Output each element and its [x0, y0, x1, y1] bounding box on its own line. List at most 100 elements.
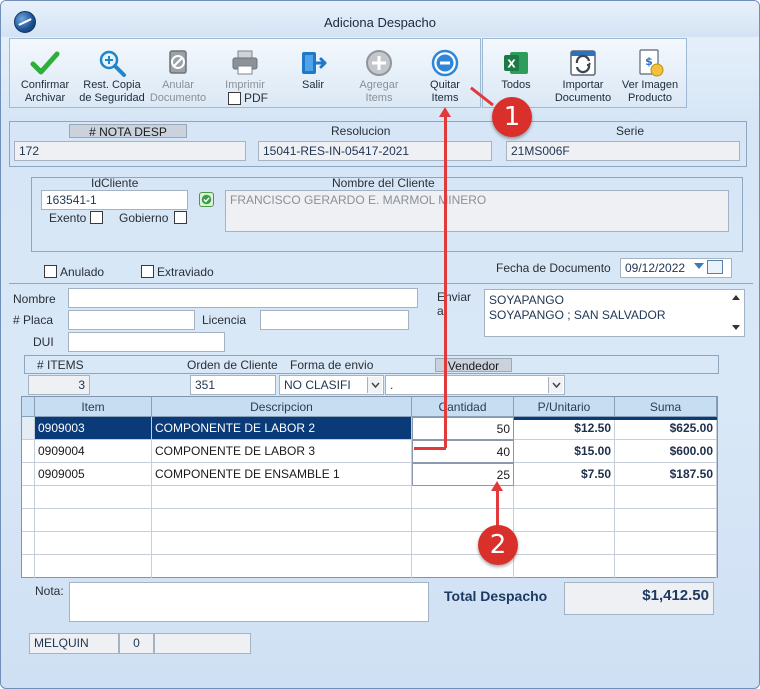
empty-row-cell — [615, 555, 717, 578]
resolucion-field[interactable]: 15041-RES-IN-05417-2021 — [258, 141, 492, 161]
confirm-archive-button[interactable]: Confirmar Archivar — [10, 45, 80, 109]
empty-row-cell — [615, 532, 717, 555]
table-row-unitario: $7.50 — [514, 463, 615, 486]
nombre-field[interactable] — [68, 288, 418, 308]
table-row-descripcion[interactable]: COMPONENTE DE ENSAMBLE 1 — [152, 463, 412, 486]
serie-field[interactable]: 21MS006F — [506, 141, 740, 161]
fecha-documento-label: Fecha de Documento — [496, 261, 611, 275]
column-header-descripcion[interactable]: Descripcion — [152, 397, 412, 417]
orden-cliente-field[interactable]: 351 — [190, 375, 276, 395]
pdf-checkbox[interactable] — [228, 92, 241, 105]
svg-text:X: X — [507, 58, 516, 71]
view-product-image-button[interactable]: $ Ver Imagen Producto — [615, 45, 685, 109]
chevron-down-icon — [552, 382, 561, 389]
invoice-image-icon: $ — [639, 49, 664, 77]
licencia-field[interactable] — [260, 310, 409, 330]
user-field: MELQUIN — [29, 633, 119, 654]
annotation-badge-2: 2 — [478, 525, 518, 565]
add-items-label: Agregar Items — [359, 79, 399, 104]
refresh-window-icon — [570, 50, 596, 76]
table-row-suma: $625.00 — [615, 417, 717, 440]
status-field — [154, 633, 251, 654]
vendedor-select[interactable]: . — [385, 375, 565, 395]
table-row-descripcion[interactable]: COMPONENTE DE LABOR 2 — [152, 417, 412, 440]
empty-row-cell — [35, 532, 152, 555]
plus-circle-icon — [366, 50, 392, 76]
table-row-descripcion[interactable]: COMPONENTE DE LABOR 3 — [152, 440, 412, 463]
column-header-item[interactable]: Item — [35, 397, 152, 417]
nota-textarea[interactable] — [69, 582, 429, 622]
table-row-cantidad[interactable]: 50 — [412, 417, 514, 440]
chevron-down-icon — [371, 382, 380, 389]
empty-row-cell — [615, 509, 717, 532]
row-selector[interactable] — [22, 440, 35, 463]
empty-row-cell — [514, 532, 615, 555]
column-header-unitario[interactable]: P/Unitario — [514, 397, 615, 417]
exento-label: Exento — [49, 211, 87, 225]
annotation-arrow-1-head — [439, 107, 451, 117]
remove-items-button[interactable]: Quitar Items — [410, 45, 480, 109]
vendedor-dropdown-icon[interactable] — [548, 377, 563, 393]
extraviado-checkbox[interactable] — [141, 265, 154, 278]
add-items-button[interactable]: Agregar Items — [344, 45, 414, 109]
dui-field[interactable] — [68, 332, 225, 352]
row-selector[interactable] — [22, 417, 35, 440]
table-row-suma: $187.50 — [615, 463, 717, 486]
table-row-item[interactable]: 0909004 — [35, 440, 152, 463]
forma-envio-dropdown-icon[interactable] — [367, 377, 382, 393]
empty-row-cell — [35, 555, 152, 578]
scroll-down-icon[interactable] — [732, 325, 740, 330]
anulado-label: Anulado — [60, 265, 105, 279]
table-row-cantidad[interactable]: 40 — [412, 440, 514, 463]
resolucion-caption: Resolucion — [331, 124, 391, 138]
calendar-icon[interactable] — [707, 260, 723, 274]
orden-cliente-caption: Orden de Cliente — [187, 358, 278, 372]
table-row-item[interactable]: 0909003 — [35, 417, 152, 440]
exento-checkbox[interactable] — [90, 211, 103, 224]
extraviado-label: Extraviado — [157, 265, 214, 279]
empty-row-cell — [152, 509, 412, 532]
dui-label: DUI — [33, 335, 54, 349]
anulado-checkbox[interactable] — [44, 265, 57, 278]
annotation-arrow-2-head — [491, 481, 503, 491]
confirm-archive-label: Confirmar Archivar — [20, 79, 70, 104]
gobierno-checkbox[interactable] — [174, 211, 187, 224]
annotation-arrow-2-line — [496, 488, 499, 528]
exit-button[interactable]: Salir — [278, 45, 348, 109]
table-row-unitario: $12.50 — [514, 417, 615, 440]
minus-circle-icon — [431, 49, 459, 77]
export-all-label: Todos — [501, 79, 531, 91]
row-selector[interactable] — [22, 463, 35, 486]
pdf-label: PDF — [244, 91, 268, 105]
void-document-button[interactable]: Anular Documento — [143, 45, 213, 109]
column-header-cantidad[interactable]: Cantidad — [412, 397, 514, 417]
column-header-suma[interactable]: Suma — [615, 397, 717, 417]
direccion-envio-field[interactable]: SOYAPANGO SOYAPANGO ; SAN SALVADOR — [484, 289, 745, 337]
table-row-item[interactable]: 0909005 — [35, 463, 152, 486]
scroll-up-icon[interactable] — [732, 295, 740, 300]
nombre-cliente-field[interactable]: FRANCISCO GERARDO E. MARMOL MINERO — [225, 190, 729, 232]
import-document-button[interactable]: Importar Documento — [548, 45, 618, 109]
date-dropdown-icon[interactable] — [694, 263, 704, 269]
licencia-label: Licencia — [202, 313, 247, 327]
enviar-a-label: Enviar a — [437, 290, 472, 318]
annotation-badge-1: 1 — [492, 97, 532, 137]
empty-row-cell — [22, 555, 35, 578]
id-cliente-caption: IdCliente — [91, 176, 139, 190]
id-cliente-field[interactable]: 163541-1 — [41, 190, 188, 210]
empty-row-cell — [35, 509, 152, 532]
empty-row-cell — [152, 555, 412, 578]
row-highlight-bar — [514, 417, 717, 420]
direccion-line-2: SOYAPANGO ; SAN SALVADOR — [489, 308, 666, 322]
nota-number-field[interactable]: 172 — [14, 141, 246, 161]
exit-door-icon — [302, 52, 327, 74]
user-count-field: 0 — [119, 633, 154, 654]
total-despacho-label: Total Despacho — [444, 588, 548, 604]
items-count-caption: # ITEMS — [37, 358, 84, 372]
empty-row-cell — [35, 486, 152, 509]
placa-field[interactable] — [68, 310, 195, 330]
client-verified-icon[interactable] — [199, 192, 214, 207]
dialog-window: Adiciona Despacho Confirmar Archivar Res… — [0, 0, 760, 689]
restore-backup-button[interactable]: Rest. Copia de Seguridad — [77, 45, 147, 109]
check-badge-icon — [201, 194, 212, 205]
